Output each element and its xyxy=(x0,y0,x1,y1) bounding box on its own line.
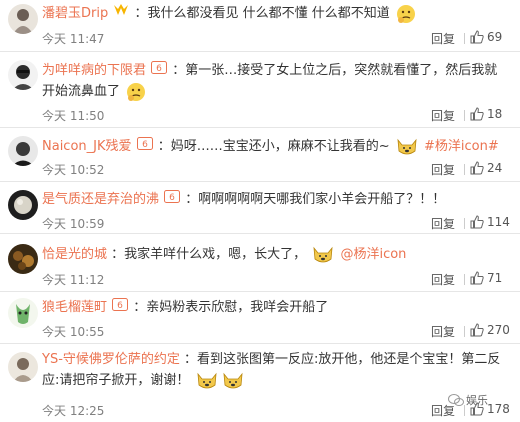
reply-button[interactable]: 回复 xyxy=(431,271,455,288)
username-link[interactable]: YS-守候佛罗伦萨的约定 xyxy=(42,352,180,367)
like-button[interactable]: 71 xyxy=(470,271,502,285)
svg-text:6: 6 xyxy=(156,64,162,74)
thumbs-up-icon xyxy=(470,271,484,285)
thumbs-up-icon xyxy=(470,161,484,175)
username-link[interactable]: 恰是光的城 xyxy=(42,247,107,262)
like-count: 18 xyxy=(487,107,503,121)
comment-list: 潘碧玉Drip ：我什么都没看见 什么都不懂 什么都不知道 今天 11:47 回… xyxy=(0,0,520,422)
like-button[interactable]: 18 xyxy=(470,107,502,121)
mention-link[interactable]: @杨洋icon xyxy=(340,247,406,262)
comment-item: Naicon_JK残爱 6 ：妈呀……宝宝还小，麻麻不让我看的~ #杨洋icon… xyxy=(0,128,520,182)
divider xyxy=(464,33,465,44)
thinking-face-icon xyxy=(126,82,146,102)
divider xyxy=(464,110,465,121)
member-badge-icon: 6 xyxy=(151,60,168,81)
avatar[interactable] xyxy=(8,298,38,328)
comment-line: 潘碧玉Drip ：我什么都没看见 什么都不懂 什么都不知道 xyxy=(42,3,510,24)
like-count: 270 xyxy=(487,323,510,337)
topic-link[interactable]: #杨洋icon# xyxy=(424,139,499,154)
avatar[interactable] xyxy=(8,60,38,90)
username-link[interactable]: 潘碧玉Drip xyxy=(42,6,108,21)
comment-line: 是气质还是弃治的沸 6 ：啊啊啊啊啊天哪我们家小羊会开船了？！！ xyxy=(42,189,510,210)
divider xyxy=(464,274,465,285)
svg-text:6: 6 xyxy=(117,301,123,311)
doge-icon xyxy=(196,371,218,391)
comment-time: 今天 10:55 xyxy=(42,325,105,339)
like-button[interactable]: 69 xyxy=(470,30,502,44)
thumbs-up-icon xyxy=(470,323,484,337)
thinking-face-icon xyxy=(396,4,416,24)
comment-item: 潘碧玉Drip ：我什么都没看见 什么都不懂 什么都不知道 今天 11:47 回… xyxy=(0,0,520,52)
comment-item: YS-守候佛罗伦萨的约定 ：看到这张图第一反应:放开他，他还是个宝宝！第二反应:… xyxy=(0,344,520,422)
comment-item: 恰是光的城 ：我家羊咩什么戏，嗯，长大了， @杨洋icon 今天 11:12 回… xyxy=(0,234,520,292)
comment-item: 是气质还是弃治的沸 6 ：啊啊啊啊啊天哪我们家小羊会开船了？！！ 今天 10:5… xyxy=(0,182,520,234)
member-badge-icon: 6 xyxy=(136,136,153,157)
reply-button[interactable]: 回复 xyxy=(431,323,455,340)
avatar[interactable] xyxy=(8,136,38,166)
reply-button[interactable]: 回复 xyxy=(431,107,455,124)
crown-v-badge-icon xyxy=(113,3,129,24)
comment-text: ：我家羊咩什么戏，嗯，长大了， xyxy=(111,247,307,262)
like-count: 71 xyxy=(487,271,503,285)
comment-text: ：我什么都没看见 什么都不懂 什么都不知道 xyxy=(134,6,390,21)
comment-line: 为咩咩病的下限君 6 ：第一张…接受了女上位之后，突然就看懂了，然后我就开始流鼻… xyxy=(42,60,510,102)
comment-time: 今天 11:50 xyxy=(42,109,105,123)
comment-item: 为咩咩病的下限君 6 ：第一张…接受了女上位之后，突然就看懂了，然后我就开始流鼻… xyxy=(0,52,520,128)
doge-icon xyxy=(222,371,244,391)
comment-line: 恰是光的城 ：我家羊咩什么戏，嗯，长大了， @杨洋icon xyxy=(42,244,510,265)
username-link[interactable]: 狼毛榴莲町 xyxy=(42,300,107,315)
doge-icon xyxy=(312,245,334,265)
comment-text: ：啊啊啊啊啊天哪我们家小羊会开船了？！！ xyxy=(185,192,446,207)
doge-icon xyxy=(396,137,418,157)
comment-line: Naicon_JK残爱 6 ：妈呀……宝宝还小，麻麻不让我看的~ #杨洋icon… xyxy=(42,136,510,157)
wechat-logo-icon xyxy=(448,394,464,406)
member-badge-icon: 6 xyxy=(164,189,181,210)
comment-line: YS-守候佛罗伦萨的约定 ：看到这张图第一反应:放开他，他还是个宝宝！第二反应:… xyxy=(42,349,510,391)
thumbs-up-icon xyxy=(470,107,484,121)
divider xyxy=(464,326,465,337)
like-count: 24 xyxy=(487,161,503,175)
comment-time: 今天 11:47 xyxy=(42,32,105,46)
avatar[interactable] xyxy=(8,352,38,382)
avatar[interactable] xyxy=(8,4,38,34)
like-button[interactable]: 114 xyxy=(470,215,510,229)
comment-time: 今天 10:52 xyxy=(42,163,105,177)
watermark: 娱乐 xyxy=(448,392,488,408)
like-count: 69 xyxy=(487,30,503,44)
like-count: 178 xyxy=(487,402,510,416)
thumbs-up-icon xyxy=(470,215,484,229)
watermark-text: 娱乐 xyxy=(466,394,488,407)
comment-line: 狼毛榴莲町 6 ：亲妈粉表示欣慰，我咩会开船了 xyxy=(42,297,510,318)
reply-button[interactable]: 回复 xyxy=(431,30,455,47)
username-link[interactable]: Naicon_JK残爱 xyxy=(42,139,132,154)
avatar[interactable] xyxy=(8,244,38,274)
like-button[interactable]: 24 xyxy=(470,161,502,175)
comment-text: ：妈呀……宝宝还小，麻麻不让我看的~ xyxy=(157,139,390,154)
thumbs-up-icon xyxy=(470,30,484,44)
comment-text: ：亲妈粉表示欣慰，我咩会开船了 xyxy=(133,300,329,315)
like-count: 114 xyxy=(487,215,510,229)
comment-time: 今天 12:25 xyxy=(42,404,105,418)
comment-time: 今天 10:59 xyxy=(42,217,105,231)
comment-time: 今天 11:12 xyxy=(42,273,105,287)
divider xyxy=(464,218,465,229)
svg-text:6: 6 xyxy=(142,140,148,150)
comment-item: 狼毛榴莲町 6 ：亲妈粉表示欣慰，我咩会开船了 今天 10:55 回复 270 xyxy=(0,292,520,344)
username-link[interactable]: 为咩咩病的下限君 xyxy=(42,63,146,78)
username-link[interactable]: 是气质还是弃治的沸 xyxy=(42,192,159,207)
member-badge-icon: 6 xyxy=(112,297,129,318)
reply-button[interactable]: 回复 xyxy=(431,161,455,178)
avatar[interactable] xyxy=(8,190,38,220)
svg-text:6: 6 xyxy=(169,193,175,203)
divider xyxy=(464,164,465,175)
reply-button[interactable]: 回复 xyxy=(431,215,455,232)
like-button[interactable]: 270 xyxy=(470,323,510,337)
